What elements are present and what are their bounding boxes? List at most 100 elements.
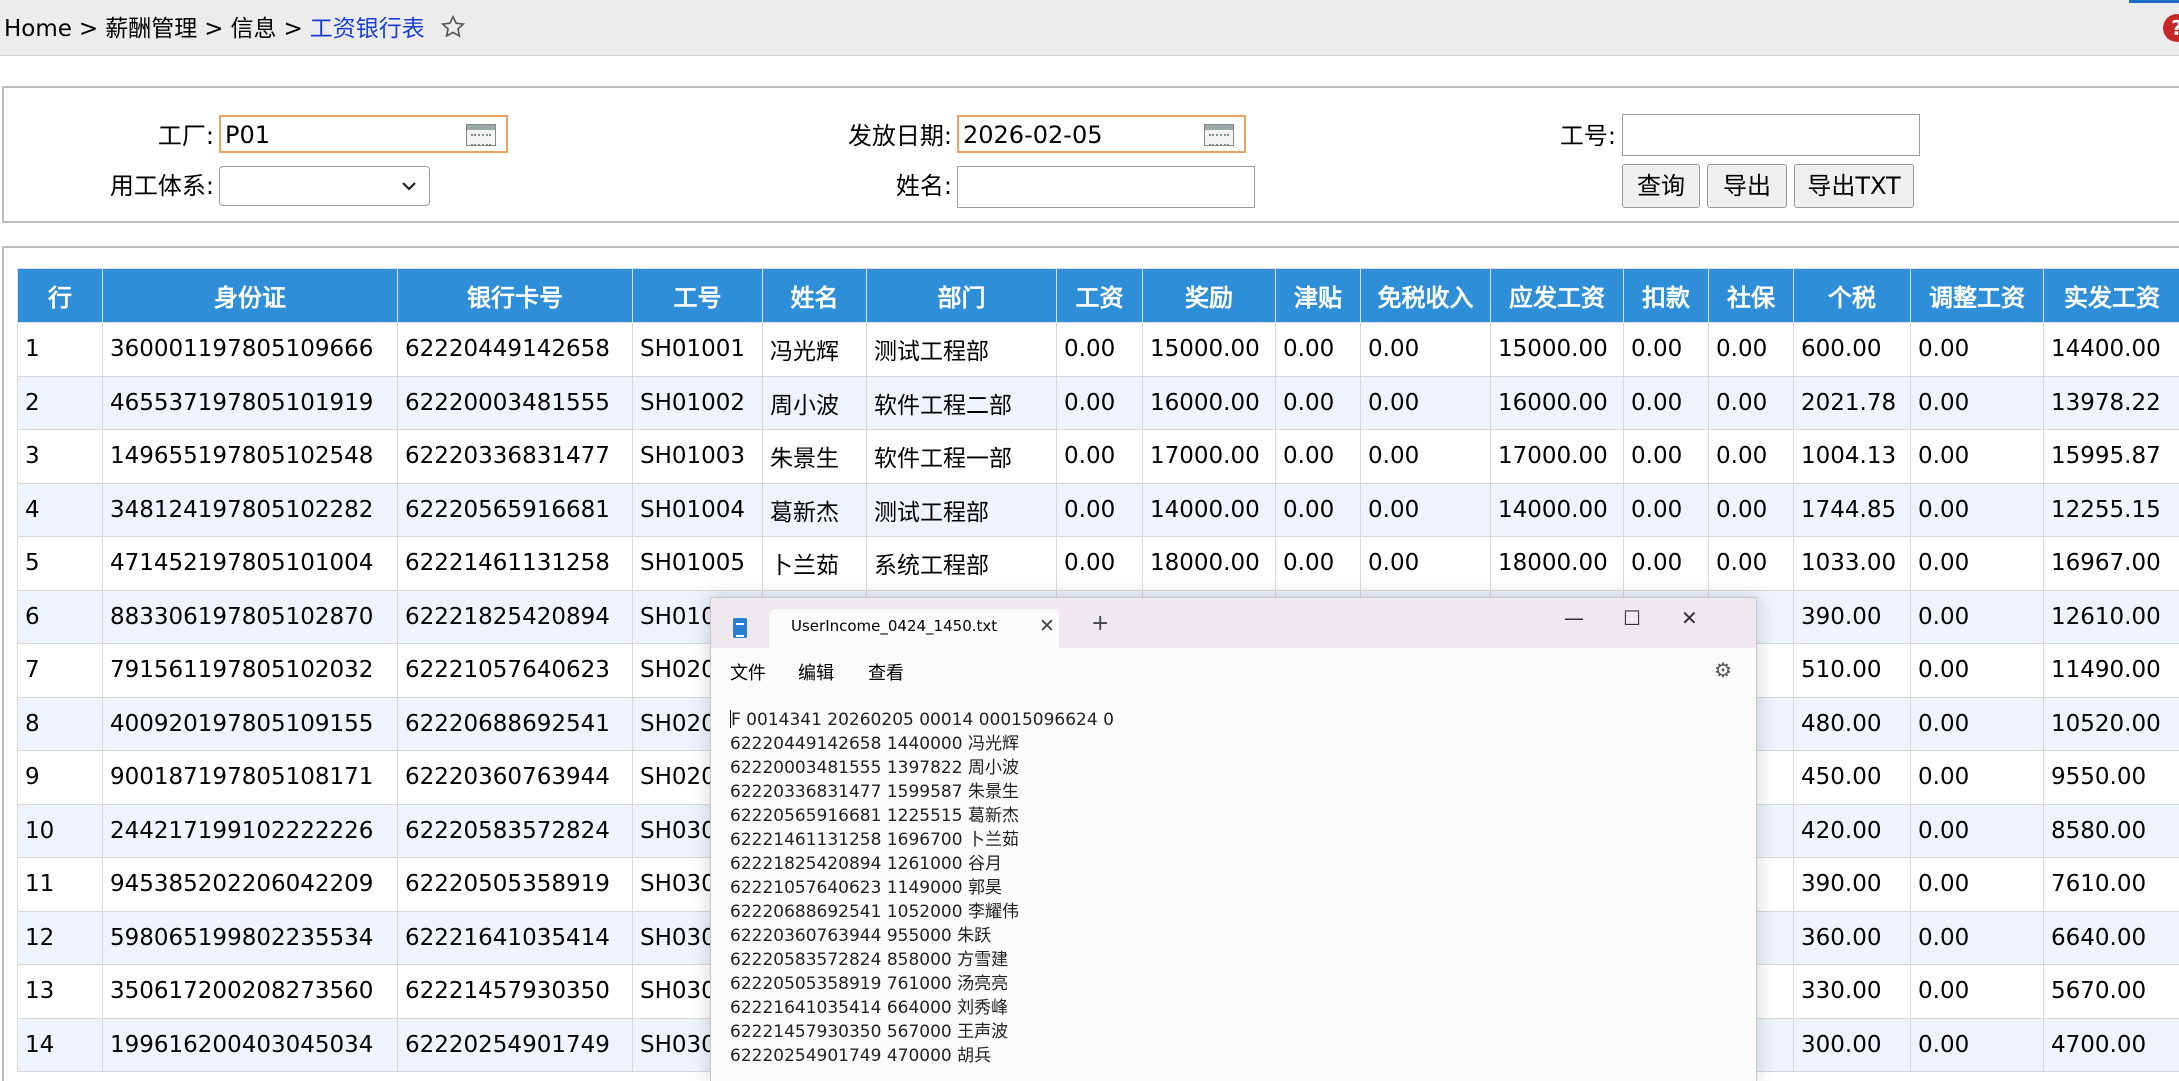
notepad-titlebar[interactable]: UserIncome_0424_1450.txt ✕ + — ☐ ✕: [711, 598, 1756, 648]
export-button[interactable]: 导出: [1707, 164, 1787, 208]
notepad-window[interactable]: UserIncome_0424_1450.txt ✕ + — ☐ ✕ 文件 编辑…: [710, 597, 1757, 1081]
breadcrumb: Home > 薪酬管理 > 信息 > 工资银行表: [4, 14, 466, 48]
column-header: 社保: [1708, 268, 1794, 323]
table-cell: 7: [17, 643, 103, 698]
text-line: 62220565916681 1225515 葛新杰: [730, 804, 1730, 828]
table-cell: 0.00: [1623, 322, 1709, 377]
breadcrumb-info[interactable]: 信息: [230, 16, 276, 42]
text-line-content: 62220505358919 761000 汤亮亮: [730, 974, 1009, 994]
table-cell: 3: [17, 429, 103, 484]
table-cell: 0.00: [1910, 643, 2044, 698]
calendar-icon[interactable]: [466, 124, 496, 146]
text-line-content: 62221457930350 567000 王声波: [730, 1022, 1009, 1042]
breadcrumb-salary[interactable]: 薪酬管理: [105, 16, 197, 42]
table-cell: SH01005: [632, 536, 763, 591]
menu-view[interactable]: 查看: [868, 659, 904, 685]
text-line: 62220505358919 761000 汤亮亮: [730, 972, 1730, 996]
help-icon[interactable]: ?: [2163, 14, 2179, 42]
table-cell: 62220688692541: [397, 696, 633, 751]
favorite-star-icon[interactable]: [440, 14, 466, 48]
close-window-icon[interactable]: ✕: [1681, 606, 1698, 630]
table-cell: 0.00: [1910, 964, 2044, 1019]
filter-panel: 工厂: P01 发放日期: 2026-02-05 工号: 用工体系: 姓名: 查…: [2, 86, 2179, 223]
table-cell: 14000.00: [1142, 482, 1276, 537]
system-select[interactable]: [219, 166, 430, 206]
chevron-down-icon: [399, 176, 419, 200]
text-line-content: 62220565916681 1225515 葛新杰: [730, 806, 1019, 826]
table-cell: 348124197805102282: [102, 482, 398, 537]
notepad-text-area[interactable]: F 0014341 20260205 00014 00015096624 0 62…: [730, 708, 1730, 1068]
table-cell: 465537197805101919: [102, 375, 398, 430]
factory-input[interactable]: P01: [219, 115, 508, 153]
menu-edit[interactable]: 编辑: [798, 659, 834, 685]
menu-file[interactable]: 文件: [730, 659, 766, 685]
table-cell: 8: [17, 696, 103, 751]
table-cell: 12: [17, 910, 103, 965]
table-row[interactable]: 2 465537197805101919 62220003481555 SH01002…: [17, 375, 2179, 430]
column-header: 姓名: [762, 268, 867, 323]
table-cell: 390.00: [1793, 857, 1911, 912]
column-header: 津贴: [1275, 268, 1361, 323]
table-cell: SH01001: [632, 322, 763, 377]
column-header: 实发工资: [2043, 268, 2179, 323]
column-header: 工资: [1056, 268, 1143, 323]
column-header: 部门: [866, 268, 1057, 323]
date-value: 2026-02-05: [963, 121, 1103, 149]
table-cell: 12610.00: [2043, 589, 2179, 644]
table-row[interactable]: 4 348124197805102282 62220565916681 SH01004…: [17, 482, 2179, 537]
table-cell: 1033.00: [1793, 536, 1911, 591]
column-header: 应发工资: [1490, 268, 1624, 323]
table-cell: 0.00: [1360, 482, 1491, 537]
table-cell: 5670.00: [2043, 964, 2179, 1019]
notepad-tab-title: UserIncome_0424_1450.txt: [791, 617, 998, 635]
text-line: 62220449142658 1440000 冯光辉: [730, 732, 1730, 756]
table-cell: 2: [17, 375, 103, 430]
table-cell: 62220003481555: [397, 375, 633, 430]
table-cell: 14000.00: [1490, 482, 1624, 537]
notepad-tab[interactable]: UserIncome_0424_1450.txt ✕: [769, 609, 1059, 648]
calendar-icon[interactable]: [1204, 124, 1234, 146]
text-line-content: 62220336831477 1599587 朱景生: [730, 782, 1019, 802]
column-header: 个税: [1793, 268, 1911, 323]
table-cell: 62220336831477: [397, 429, 633, 484]
table-cell: 0.00: [1275, 322, 1361, 377]
empno-input[interactable]: [1622, 114, 1920, 156]
table-cell: 0.00: [1708, 536, 1794, 591]
table-cell: 11490.00: [2043, 643, 2179, 698]
tab-close-icon[interactable]: ✕: [1039, 615, 1055, 637]
table-cell: 测试工程部: [866, 482, 1057, 537]
table-cell: 6640.00: [2043, 910, 2179, 965]
table-cell: 350617200208273560: [102, 964, 398, 1019]
new-tab-plus-icon[interactable]: +: [1091, 611, 1109, 636]
table-row[interactable]: 5 471452197805101004 62221461131258 SH01005…: [17, 536, 2179, 591]
text-line: 62221461131258 1696700 卜兰茹: [730, 828, 1730, 852]
table-cell: 0.00: [1910, 857, 2044, 912]
table-cell: 0.00: [1910, 536, 2044, 591]
table-cell: 244217199102222226: [102, 803, 398, 858]
table-row[interactable]: 1 360001197805109666 62220449142658 SH01001…: [17, 322, 2179, 377]
minimize-icon[interactable]: —: [1564, 606, 1584, 630]
table-cell: 420.00: [1793, 803, 1911, 858]
maximize-icon[interactable]: ☐: [1623, 606, 1641, 630]
table-cell: 0.00: [1623, 536, 1709, 591]
text-line: 62220583572824 858000 方雪建: [730, 948, 1730, 972]
query-button[interactable]: 查询: [1622, 164, 1700, 208]
table-cell: 15000.00: [1490, 322, 1624, 377]
table-cell: 0.00: [1910, 696, 2044, 751]
table-cell: 软件工程一部: [866, 429, 1057, 484]
text-line: 62220003481555 1397822 周小波: [730, 756, 1730, 780]
export-txt-button[interactable]: 导出TXT: [1794, 164, 1914, 208]
text-line-content: 62220688692541 1052000 李耀伟: [730, 902, 1019, 922]
settings-gear-icon[interactable]: ⚙: [1714, 658, 1732, 682]
table-cell: 0.00: [1910, 750, 2044, 805]
breadcrumb-home[interactable]: Home: [4, 16, 72, 42]
table-cell: 11: [17, 857, 103, 912]
table-row[interactable]: 3 149655197805102548 62220336831477 SH01003…: [17, 429, 2179, 484]
name-input[interactable]: [957, 166, 1255, 208]
text-line-content: 62220360763944 955000 朱跃: [730, 926, 992, 946]
text-line-content: 62221641035414 664000 刘秀峰: [730, 998, 1009, 1018]
date-input[interactable]: 2026-02-05: [957, 115, 1246, 153]
table-cell: 16000.00: [1490, 375, 1624, 430]
table-cell: 15000.00: [1142, 322, 1276, 377]
text-line-content: 62220449142658 1440000 冯光辉: [730, 734, 1019, 754]
